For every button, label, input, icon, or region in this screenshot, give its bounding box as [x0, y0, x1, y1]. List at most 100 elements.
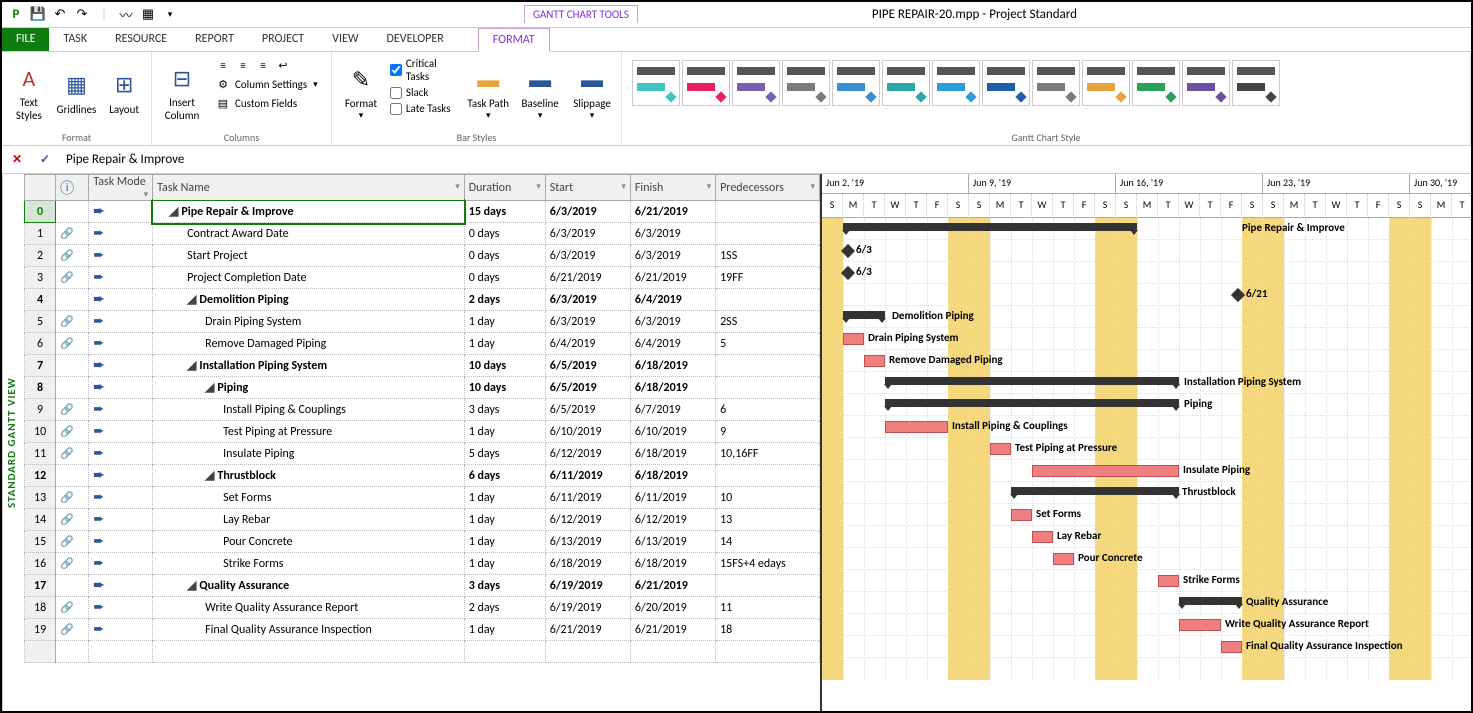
- duration-cell[interactable]: 1 day: [464, 553, 545, 575]
- task-mode-cell[interactable]: ➨: [89, 377, 153, 399]
- predecessors-cell[interactable]: 13: [716, 509, 820, 531]
- milestone-marker[interactable]: [841, 244, 855, 258]
- col-indicators[interactable]: ⓘ: [56, 175, 89, 201]
- task-row[interactable]: 1🔗➨Contract Award Date0 days6/3/20196/3/…: [25, 223, 820, 245]
- row-number[interactable]: 18: [25, 597, 56, 619]
- collapse-icon[interactable]: ◢: [187, 579, 196, 593]
- start-cell[interactable]: 6/3/2019: [545, 245, 630, 267]
- predecessors-cell[interactable]: 5: [716, 333, 820, 355]
- finish-cell[interactable]: 6/21/2019: [630, 575, 715, 597]
- task-mode-cell[interactable]: ➨: [89, 619, 153, 641]
- gantt-style-swatch[interactable]: [1082, 60, 1130, 106]
- gantt-style-swatch[interactable]: [1032, 60, 1080, 106]
- gantt-style-swatch[interactable]: [1132, 60, 1180, 106]
- start-cell[interactable]: 6/10/2019: [545, 421, 630, 443]
- task-row[interactable]: 15🔗➨Pour Concrete1 day6/13/20196/13/2019…: [25, 531, 820, 553]
- layout-button[interactable]: ⊞ Layout: [103, 56, 145, 128]
- summary-bar[interactable]: [843, 311, 885, 319]
- row-number[interactable]: 13: [25, 487, 56, 509]
- task-mode-cell[interactable]: ➨: [89, 267, 153, 289]
- row-header-corner[interactable]: [25, 175, 56, 201]
- task-name-cell[interactable]: Insulate Piping: [153, 443, 465, 465]
- chevron-down-icon[interactable]: ▾: [810, 181, 815, 192]
- start-cell[interactable]: 6/3/2019: [545, 311, 630, 333]
- task-mode-cell[interactable]: ➨: [89, 223, 153, 245]
- task-row[interactable]: 11🔗➨Insulate Piping5 days6/12/20196/18/2…: [25, 443, 820, 465]
- task-name-cell[interactable]: ◢Demolition Piping: [153, 289, 465, 311]
- task-mode-cell[interactable]: ➨: [89, 245, 153, 267]
- tab-report[interactable]: REPORT: [181, 28, 248, 51]
- task-mode-cell[interactable]: ➨: [89, 201, 153, 223]
- task-name-cell[interactable]: ◢Pipe Repair & Improve: [153, 201, 465, 223]
- summary-bar[interactable]: [885, 399, 1179, 407]
- tab-file[interactable]: FILE: [2, 28, 49, 51]
- start-cell[interactable]: 6/5/2019: [545, 399, 630, 421]
- task-name-cell[interactable]: ◢Installation Piping System: [153, 355, 465, 377]
- predecessors-cell[interactable]: [716, 223, 820, 245]
- late-tasks-checkbox[interactable]: Late Tasks: [390, 101, 459, 116]
- row-number[interactable]: 8: [25, 377, 56, 399]
- task-name-cell[interactable]: Remove Damaged Piping: [153, 333, 465, 355]
- start-cell[interactable]: 6/4/2019: [545, 333, 630, 355]
- predecessors-cell[interactable]: 19FF: [716, 267, 820, 289]
- task-mode-cell[interactable]: ➨: [89, 421, 153, 443]
- row-number[interactable]: 19: [25, 619, 56, 641]
- col-predecessors[interactable]: Predecessors▾: [716, 175, 820, 201]
- collapse-icon[interactable]: ◢: [187, 293, 196, 307]
- undo-icon[interactable]: ↶: [50, 5, 70, 25]
- insert-column-button[interactable]: ⊟ Insert Column: [158, 56, 206, 128]
- predecessors-cell[interactable]: 18: [716, 619, 820, 641]
- task-bar[interactable]: [1032, 531, 1053, 543]
- format-dropdown-button[interactable]: ✎ Format ▾: [338, 56, 384, 128]
- task-name-cell[interactable]: Strike Forms: [153, 553, 465, 575]
- duration-cell[interactable]: 2 days: [464, 597, 545, 619]
- duration-cell[interactable]: 1 day: [464, 487, 545, 509]
- row-number[interactable]: 10: [25, 421, 56, 443]
- predecessors-cell[interactable]: 6: [716, 399, 820, 421]
- task-bar[interactable]: [864, 355, 885, 367]
- gantt-style-swatch[interactable]: [632, 60, 680, 106]
- start-cell[interactable]: 6/3/2019: [545, 289, 630, 311]
- chevron-down-icon[interactable]: ▾: [621, 181, 626, 192]
- row-number[interactable]: 9: [25, 399, 56, 421]
- task-name-cell[interactable]: ◢Quality Assurance: [153, 575, 465, 597]
- critical-tasks-checkbox[interactable]: Critical Tasks: [390, 56, 459, 84]
- start-cell[interactable]: 6/18/2019: [545, 553, 630, 575]
- duration-cell[interactable]: 3 days: [464, 399, 545, 421]
- task-name-cell[interactable]: Set Forms: [153, 487, 465, 509]
- gridlines-button[interactable]: ▦ Gridlines: [56, 56, 98, 128]
- col-finish[interactable]: Finish▾: [630, 175, 715, 201]
- finish-cell[interactable]: 6/21/2019: [630, 201, 715, 223]
- finish-cell[interactable]: 6/18/2019: [630, 465, 715, 487]
- task-path-button[interactable]: ▬ Task Path▾: [465, 56, 511, 128]
- predecessors-cell[interactable]: 11: [716, 597, 820, 619]
- predecessors-cell[interactable]: 9: [716, 421, 820, 443]
- gantt-style-swatch[interactable]: [932, 60, 980, 106]
- duration-cell[interactable]: 0 days: [464, 245, 545, 267]
- task-name-cell[interactable]: Project Completion Date: [153, 267, 465, 289]
- duration-cell[interactable]: 5 days: [464, 443, 545, 465]
- summary-bar[interactable]: [1011, 487, 1179, 495]
- collapse-icon[interactable]: ◢: [169, 205, 178, 219]
- predecessors-cell[interactable]: [716, 201, 820, 223]
- row-number[interactable]: 15: [25, 531, 56, 553]
- task-name-cell[interactable]: Start Project: [153, 245, 465, 267]
- finish-cell[interactable]: 6/18/2019: [630, 553, 715, 575]
- cancel-entry-button[interactable]: ✕: [8, 151, 26, 169]
- task-row[interactable]: 17➨◢Quality Assurance3 days6/19/20196/21…: [25, 575, 820, 597]
- duration-cell[interactable]: 2 days: [464, 289, 545, 311]
- duration-cell[interactable]: 1 day: [464, 509, 545, 531]
- task-row[interactable]: 14🔗➨Lay Rebar1 day6/12/20196/12/201913: [25, 509, 820, 531]
- task-bar[interactable]: [990, 443, 1011, 455]
- task-row[interactable]: 19🔗➨Final Quality Assurance Inspection1 …: [25, 619, 820, 641]
- row-number[interactable]: 5: [25, 311, 56, 333]
- task-name-cell[interactable]: Drain Piping System: [153, 311, 465, 333]
- gantt-style-swatch[interactable]: [782, 60, 830, 106]
- predecessors-cell[interactable]: 2SS: [716, 311, 820, 333]
- gantt-style-swatch[interactable]: [982, 60, 1030, 106]
- collapse-icon[interactable]: ◢: [205, 469, 214, 483]
- start-cell[interactable]: 6/5/2019: [545, 355, 630, 377]
- finish-cell[interactable]: 6/11/2019: [630, 487, 715, 509]
- row-number[interactable]: 4: [25, 289, 56, 311]
- row-number[interactable]: 12: [25, 465, 56, 487]
